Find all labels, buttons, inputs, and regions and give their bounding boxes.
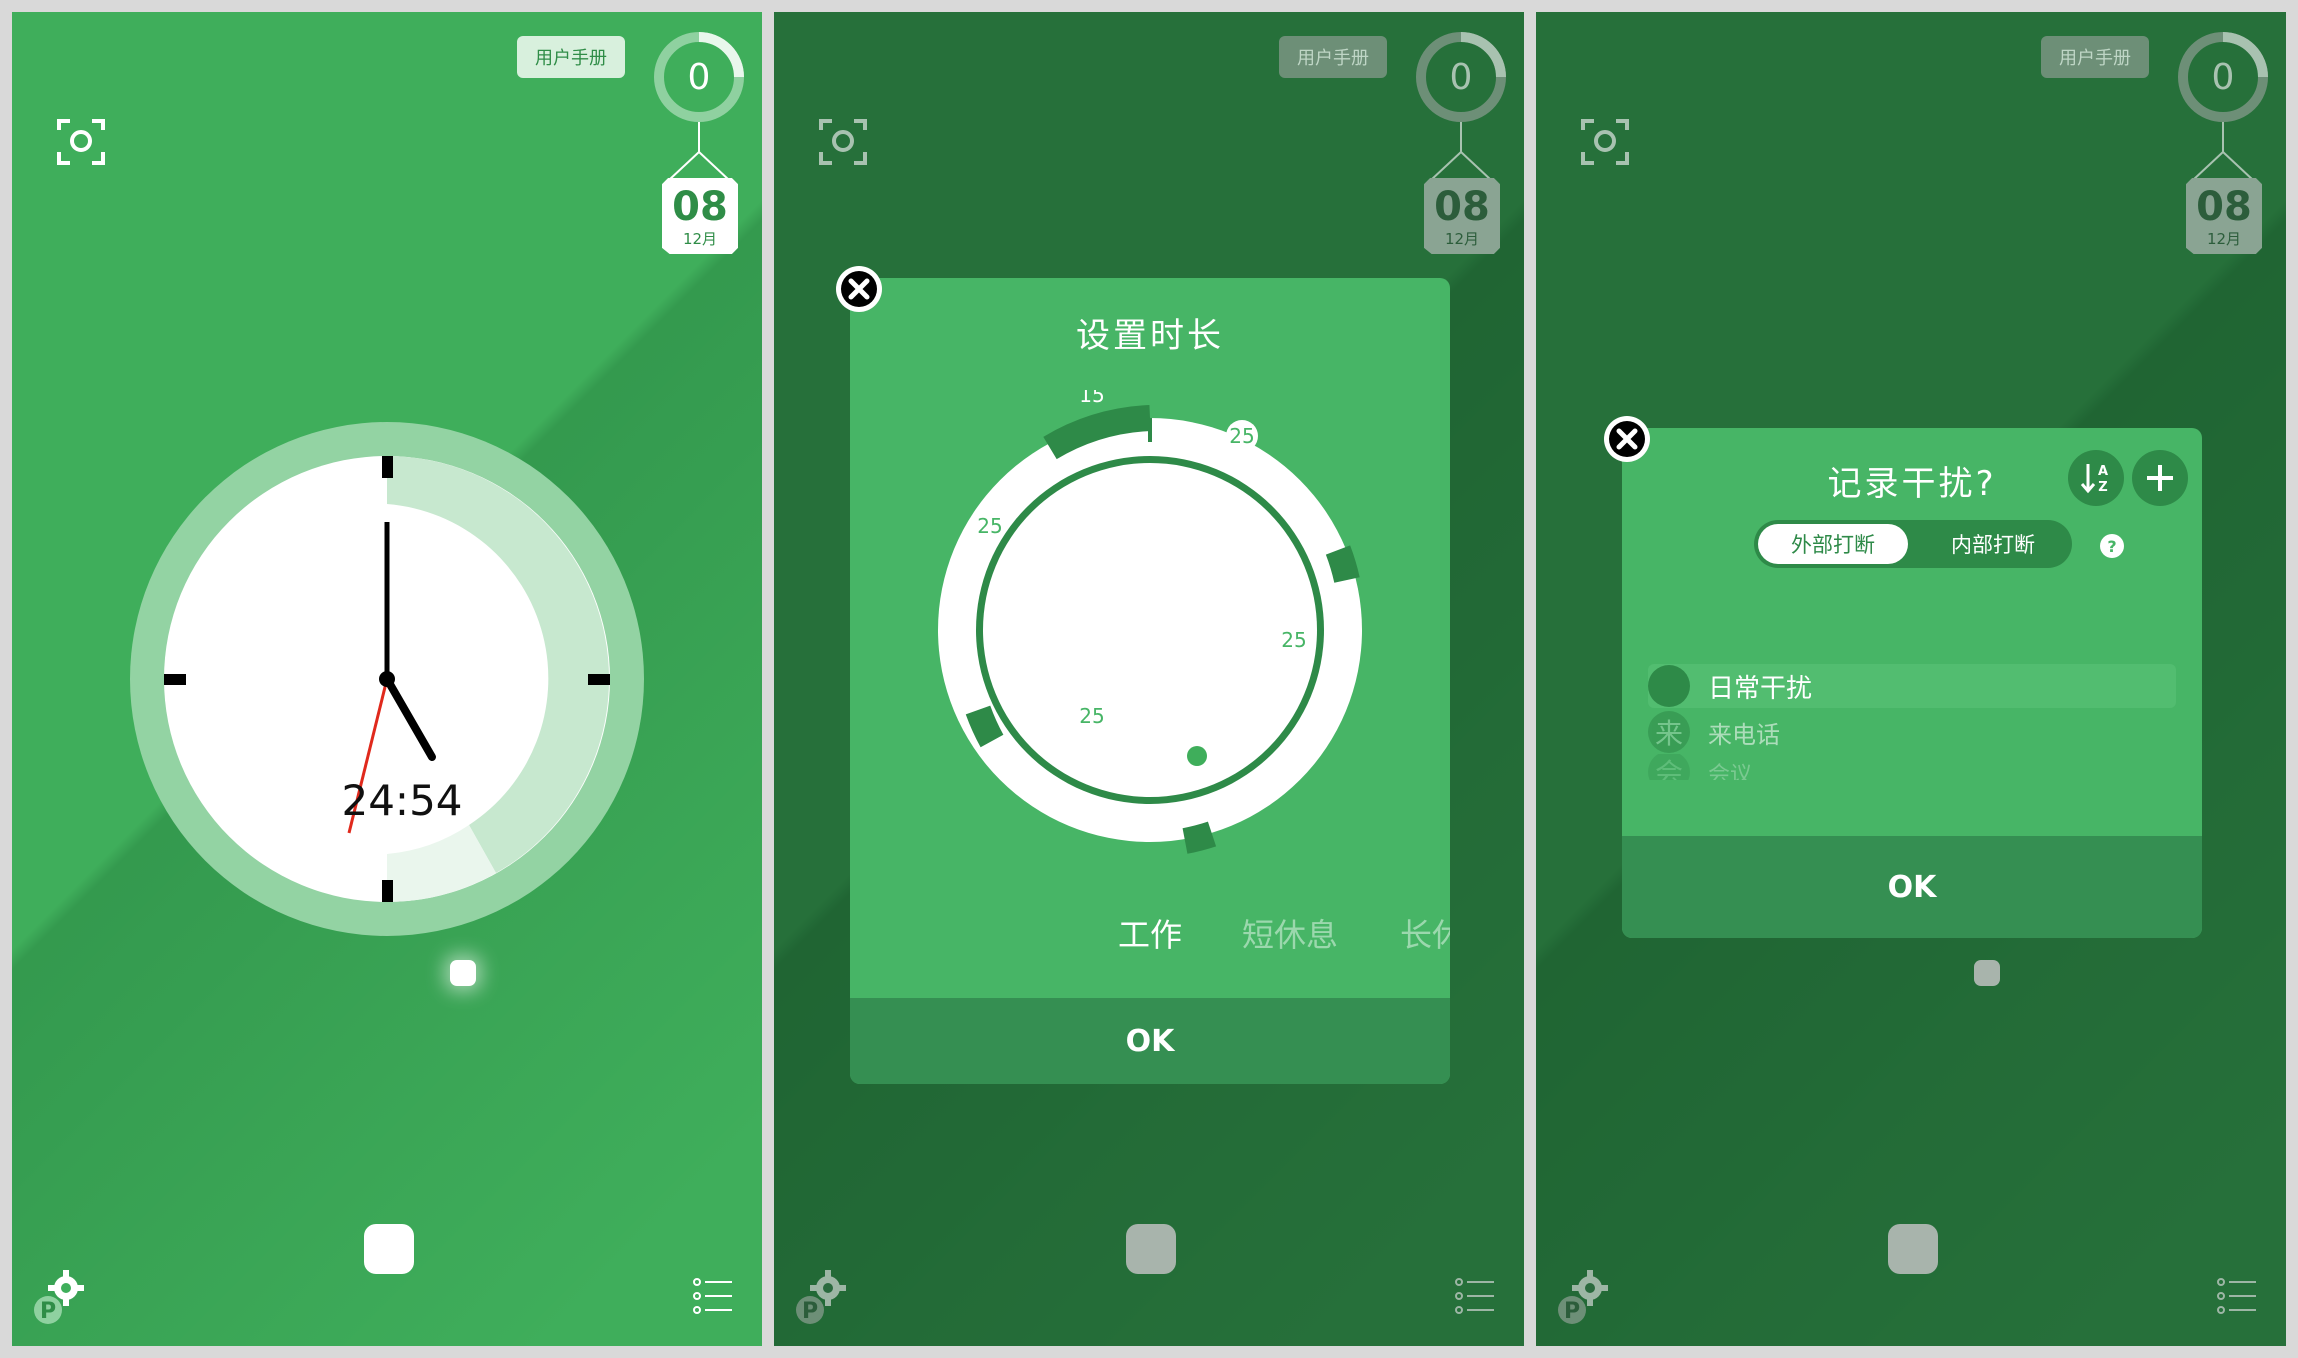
- svg-text:P: P: [802, 1299, 818, 1324]
- stop-button: [1888, 1224, 1938, 1274]
- segment-internal[interactable]: 内部打断: [1918, 524, 2068, 564]
- item-label: 日常干扰: [1708, 673, 1813, 704]
- item-label: 会议: [1708, 763, 1753, 780]
- user-manual-button[interactable]: 用户手册: [517, 36, 625, 78]
- list-item[interactable]: 会 会议: [1648, 754, 2176, 780]
- item-label: 来电话: [1708, 720, 1780, 749]
- stop-button[interactable]: [364, 1224, 414, 1274]
- set-duration-screen: 用户手册 0 08 12月 P 设置时长 15 25 5 25 5 25 5 2…: [774, 12, 1524, 1346]
- segment-external[interactable]: 外部打断: [1758, 524, 1908, 564]
- ok-button[interactable]: OK: [1622, 836, 2202, 938]
- close-icon[interactable]: [834, 264, 884, 314]
- list-item[interactable]: 日常干扰: [1648, 664, 2176, 708]
- date-day: 08: [2196, 184, 2252, 230]
- clock-time-label: 24:54: [341, 776, 463, 825]
- tab-short-break[interactable]: 短休息: [1242, 910, 1338, 956]
- record-interruption-screen: 用户手册 0 08 12月 P 记录干扰? A Z 外部打断 内部打断 ? 日常…: [1536, 12, 2286, 1346]
- dialog-title: 设置时长: [1076, 316, 1224, 356]
- item-badge: 来: [1648, 711, 1690, 753]
- tab-work[interactable]: 工作: [1118, 910, 1182, 956]
- play-dot[interactable]: [450, 960, 476, 986]
- close-icon[interactable]: [1602, 414, 1652, 464]
- dial-label: 25: [1079, 704, 1104, 728]
- list-icon[interactable]: [692, 1274, 736, 1318]
- plus-icon: [2147, 465, 2173, 491]
- date-tag: 08 12月: [2186, 178, 2262, 254]
- dial-label: 5: [1302, 505, 1315, 529]
- hanging-string: [1430, 122, 1492, 181]
- pomodoro-counter-ring: [1416, 32, 1506, 122]
- interruption-type-segmented: 外部打断 内部打断: [1754, 520, 2072, 568]
- clock-face[interactable]: [130, 422, 644, 936]
- dial-label: 15: [1079, 390, 1104, 407]
- user-manual-button: 用户手册: [2041, 36, 2149, 78]
- date-day: 08: [1434, 184, 1490, 230]
- svg-text:A: A: [2098, 464, 2108, 479]
- dial-label: 5: [998, 621, 1011, 645]
- play-dot: [1974, 960, 2000, 986]
- timer-screen: 用户手册 0 08 12月 24:54 P: [12, 12, 762, 1346]
- svg-text:P: P: [40, 1299, 56, 1324]
- ok-button[interactable]: OK: [850, 998, 1450, 1084]
- pomodoro-counter-ring: [2178, 32, 2268, 122]
- date-month: 12月: [1444, 230, 1480, 248]
- scan-icon[interactable]: [56, 116, 106, 166]
- svg-text:Z: Z: [2098, 480, 2107, 495]
- user-manual-button: 用户手册: [1279, 36, 1387, 78]
- pomodoro-counter-ring[interactable]: [653, 31, 745, 123]
- scan-icon: [819, 119, 867, 165]
- date-month: 12月: [2206, 230, 2242, 248]
- item-badge: [1648, 665, 1690, 707]
- tab-long-break[interactable]: 长休: [1400, 910, 1450, 956]
- settings-icon: P: [796, 1270, 846, 1324]
- scan-icon: [1581, 119, 1629, 165]
- settings-icon[interactable]: P: [30, 1266, 94, 1330]
- duration-dial[interactable]: 15 25 5 25 5 25 5 25: [910, 390, 1390, 870]
- svg-text:P: P: [1564, 1299, 1580, 1324]
- list-icon: [1455, 1278, 1494, 1314]
- list-icon: [2217, 1278, 2256, 1314]
- hanging-string: [2192, 122, 2254, 181]
- stop-button: [1126, 1224, 1176, 1274]
- help-icon[interactable]: ?: [2100, 534, 2124, 558]
- settings-icon: P: [1558, 1270, 1608, 1324]
- add-button[interactable]: [2132, 450, 2188, 506]
- date-tag: 08 12月: [1424, 178, 1500, 254]
- sort-az-icon: A Z: [2080, 464, 2108, 495]
- item-badge: 会: [1648, 754, 1690, 780]
- dial-label: 25: [1229, 424, 1254, 448]
- hanging-string: [668, 122, 730, 181]
- set-duration-dialog: 设置时长 15 25 5 25 5 25 5 25 工作 短休息 长休 OK: [850, 278, 1450, 1084]
- date-day: 08: [672, 184, 728, 230]
- dial-label: 25: [1281, 628, 1306, 652]
- sort-az-button[interactable]: A Z: [2068, 450, 2124, 506]
- dial-label: 25: [977, 514, 1002, 538]
- date-tag[interactable]: 08 12月: [662, 178, 738, 254]
- list-item[interactable]: 来 来电话: [1648, 710, 2176, 754]
- date-month: 12月: [682, 230, 718, 248]
- dial-label: 5: [1202, 699, 1215, 723]
- record-interruption-dialog: 记录干扰? A Z 外部打断 内部打断 ? 日常干扰 来 来电话 会 会议 OK: [1622, 428, 2202, 938]
